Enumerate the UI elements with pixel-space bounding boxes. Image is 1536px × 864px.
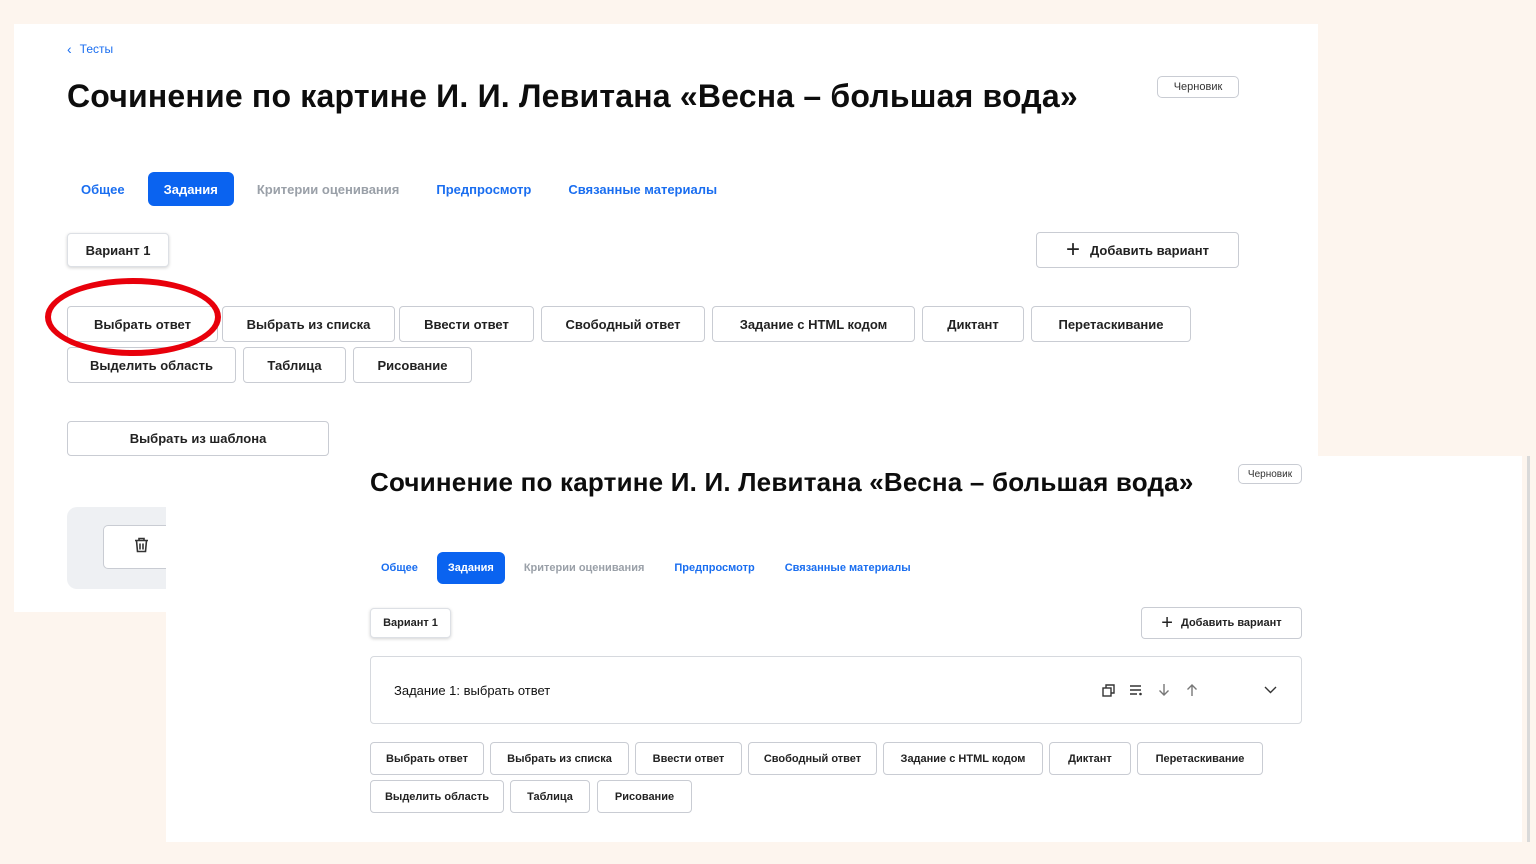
add-variant-label: Добавить вариант bbox=[1180, 617, 1282, 629]
add-variant-button[interactable]: + Добавить вариант bbox=[1141, 607, 1302, 639]
tab-preview[interactable]: Предпросмотр bbox=[663, 552, 765, 584]
task-type-choose-answer[interactable]: Выбрать ответ bbox=[67, 306, 218, 342]
task-title: Задание 1: выбрать ответ bbox=[394, 683, 551, 698]
tab-general[interactable]: Общее bbox=[370, 552, 429, 584]
trash-icon bbox=[134, 537, 149, 558]
task-type-choose-answer[interactable]: Выбрать ответ bbox=[370, 742, 484, 775]
tab-bar: Общее Задания Критерии оценивания Предпр… bbox=[67, 172, 740, 206]
editor-card-after: Сочинение по картине И. И. Левитана «Вес… bbox=[166, 456, 1522, 842]
chevron-left-icon: ‹ bbox=[67, 41, 72, 57]
task-type-enter-answer[interactable]: Ввести ответ bbox=[399, 306, 534, 342]
task-type-choose-from-list[interactable]: Выбрать из списка bbox=[222, 306, 395, 342]
task-type-drag-drop[interactable]: Перетаскивание bbox=[1031, 306, 1191, 342]
task-type-select-area[interactable]: Выделить область bbox=[67, 347, 236, 383]
back-link[interactable]: ‹ Тесты bbox=[67, 41, 113, 57]
tab-criteria: Критерии оценивания bbox=[523, 562, 645, 574]
plus-icon: + bbox=[1065, 236, 1080, 263]
tab-bar: Общее Задания Критерии оценивания Предпр… bbox=[370, 552, 930, 584]
task-type-select-area[interactable]: Выделить область bbox=[370, 780, 504, 813]
copy-icon[interactable] bbox=[1101, 683, 1115, 697]
add-variant-label: Добавить вариант bbox=[1090, 242, 1210, 258]
tab-related-materials[interactable]: Связанные материалы bbox=[554, 172, 731, 206]
task-type-enter-answer[interactable]: Ввести ответ bbox=[635, 742, 742, 775]
variant-tab[interactable]: Вариант 1 bbox=[370, 608, 451, 638]
choose-from-template-button[interactable]: Выбрать из шаблона bbox=[67, 421, 329, 456]
scrollbar[interactable] bbox=[1527, 456, 1530, 842]
tab-related-materials[interactable]: Связанные материалы bbox=[774, 552, 922, 584]
task-type-html-code[interactable]: Задание с HTML кодом bbox=[883, 742, 1043, 775]
back-link-label: Тесты bbox=[79, 42, 114, 56]
variant-actions-panel bbox=[67, 507, 180, 589]
task-type-drag-drop[interactable]: Перетаскивание bbox=[1137, 742, 1263, 775]
status-badge: Черновик bbox=[1157, 76, 1239, 98]
chevron-down-icon[interactable] bbox=[1263, 683, 1277, 697]
page-title: Сочинение по картине И. И. Левитана «Вес… bbox=[67, 78, 1078, 114]
tab-tasks[interactable]: Задания bbox=[436, 552, 505, 584]
task-type-drawing[interactable]: Рисование bbox=[353, 347, 472, 383]
task-type-dictation[interactable]: Диктант bbox=[922, 306, 1024, 342]
tab-criteria: Критерии оценивания bbox=[256, 181, 400, 197]
tab-general[interactable]: Общее bbox=[67, 172, 139, 206]
status-badge: Черновик bbox=[1238, 464, 1302, 484]
task-type-table[interactable]: Таблица bbox=[243, 347, 346, 383]
task-type-html-code[interactable]: Задание с HTML кодом bbox=[712, 306, 915, 342]
task-card[interactable]: Задание 1: выбрать ответ bbox=[370, 656, 1302, 724]
list-settings-icon[interactable] bbox=[1129, 683, 1143, 697]
tab-preview[interactable]: Предпросмотр bbox=[422, 172, 545, 206]
task-type-choose-from-list[interactable]: Выбрать из списка bbox=[490, 742, 629, 775]
task-type-free-answer[interactable]: Свободный ответ bbox=[541, 306, 705, 342]
tab-tasks[interactable]: Задания bbox=[147, 172, 234, 206]
add-variant-button[interactable]: + Добавить вариант bbox=[1036, 232, 1239, 268]
task-type-table[interactable]: Таблица bbox=[510, 780, 590, 813]
plus-icon: + bbox=[1161, 612, 1173, 634]
task-actions bbox=[1101, 683, 1277, 697]
task-type-dictation[interactable]: Диктант bbox=[1049, 742, 1131, 775]
task-type-drawing[interactable]: Рисование bbox=[597, 780, 692, 813]
page-title: Сочинение по картине И. И. Левитана «Вес… bbox=[370, 467, 1194, 497]
arrow-up-icon[interactable] bbox=[1185, 683, 1199, 697]
task-type-free-answer[interactable]: Свободный ответ bbox=[748, 742, 877, 775]
variant-tab[interactable]: Вариант 1 bbox=[67, 233, 169, 267]
arrow-down-icon[interactable] bbox=[1157, 683, 1171, 697]
